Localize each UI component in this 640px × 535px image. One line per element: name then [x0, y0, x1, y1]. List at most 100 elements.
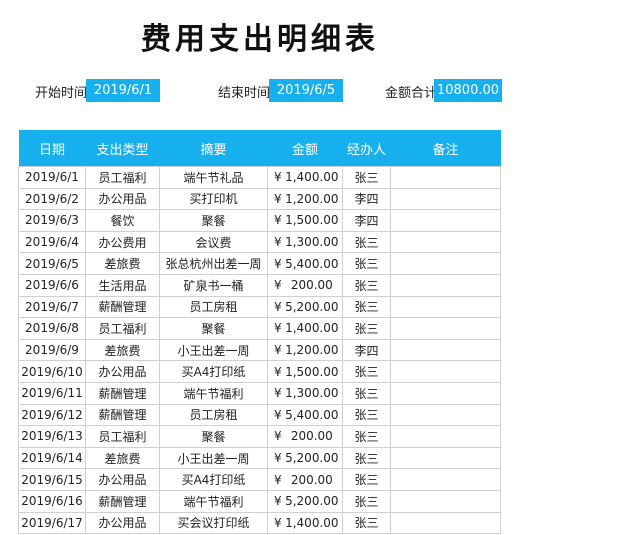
cell-handler[interactable]: 张三 — [342, 468, 391, 491]
cell-amount[interactable]: ¥1,300.00 — [267, 230, 343, 254]
cell-summary[interactable]: 矿泉书一桶 — [159, 273, 268, 297]
cell-summary[interactable]: 买A4打印纸 — [159, 360, 268, 383]
cell-type[interactable]: 差旅费 — [85, 446, 160, 470]
cell-note[interactable] — [390, 317, 501, 340]
cell-summary[interactable]: 员工房租 — [159, 295, 268, 319]
cell-amount[interactable]: ¥5,200.00 — [267, 489, 343, 513]
cell-summary[interactable]: 小王出差一周 — [159, 446, 268, 470]
cell-summary[interactable]: 聚餐 — [159, 425, 268, 448]
cell-date[interactable]: 2019/6/2 — [18, 187, 86, 211]
cell-note[interactable] — [390, 166, 501, 189]
cell-amount[interactable]: ¥200.00 — [267, 273, 343, 297]
cell-type[interactable]: 生活用品 — [85, 273, 160, 297]
cell-handler[interactable]: 张三 — [342, 230, 391, 254]
cell-handler[interactable]: 张三 — [342, 273, 391, 297]
cell-amount[interactable]: ¥1,300.00 — [267, 381, 343, 405]
cell-type[interactable]: 办公用品 — [85, 187, 160, 211]
cell-date[interactable]: 2019/6/14 — [18, 446, 86, 470]
cell-handler[interactable]: 张三 — [342, 425, 391, 448]
cell-type[interactable]: 办公费用 — [85, 230, 160, 254]
cell-type[interactable]: 办公用品 — [85, 360, 160, 383]
cell-note[interactable] — [390, 381, 501, 405]
cell-amount[interactable]: ¥1,500.00 — [267, 209, 343, 232]
cell-type[interactable]: 差旅费 — [85, 338, 160, 362]
cell-date[interactable]: 2019/6/4 — [18, 230, 86, 254]
cell-note[interactable] — [390, 295, 501, 319]
cell-summary[interactable]: 端午节福利 — [159, 381, 268, 405]
cell-handler[interactable]: 张三 — [342, 295, 391, 319]
cell-summary[interactable]: 买A4打印纸 — [159, 468, 268, 491]
cell-type[interactable]: 薪酬管理 — [85, 489, 160, 513]
cell-note[interactable] — [390, 187, 501, 211]
cell-type[interactable]: 差旅费 — [85, 252, 160, 275]
cell-date[interactable]: 2019/6/3 — [18, 209, 86, 232]
header-handler[interactable]: 经办人 — [342, 130, 391, 167]
start-date-field[interactable]: 2019/6/1 — [86, 79, 160, 102]
cell-date[interactable]: 2019/6/1 — [18, 166, 86, 189]
total-amount-field[interactable]: 10800.00 — [434, 79, 502, 102]
cell-handler[interactable]: 李四 — [342, 338, 391, 362]
cell-summary[interactable]: 聚餐 — [159, 209, 268, 232]
cell-type[interactable]: 办公用品 — [85, 468, 160, 491]
cell-date[interactable]: 2019/6/12 — [18, 403, 86, 427]
cell-date[interactable]: 2019/6/5 — [18, 252, 86, 275]
cell-type[interactable]: 员工福利 — [85, 317, 160, 340]
cell-amount[interactable]: ¥200.00 — [267, 425, 343, 448]
cell-type[interactable]: 员工福利 — [85, 425, 160, 448]
cell-handler[interactable]: 张三 — [342, 403, 391, 427]
cell-type[interactable]: 员工福利 — [85, 166, 160, 189]
cell-summary[interactable]: 买打印机 — [159, 187, 268, 211]
cell-summary[interactable]: 聚餐 — [159, 317, 268, 340]
cell-note[interactable] — [390, 209, 501, 232]
cell-amount[interactable]: ¥1,400.00 — [267, 166, 343, 189]
cell-note[interactable] — [390, 360, 501, 383]
cell-date[interactable]: 2019/6/15 — [18, 468, 86, 491]
cell-handler[interactable]: 张三 — [342, 446, 391, 470]
cell-handler[interactable]: 李四 — [342, 187, 391, 211]
cell-handler[interactable]: 张三 — [342, 317, 391, 340]
cell-date[interactable]: 2019/6/13 — [18, 425, 86, 448]
cell-amount[interactable]: ¥200.00 — [267, 468, 343, 491]
cell-note[interactable] — [390, 425, 501, 448]
cell-note[interactable] — [390, 403, 501, 427]
cell-date[interactable]: 2019/6/8 — [18, 317, 86, 340]
cell-note[interactable] — [390, 252, 501, 275]
cell-summary[interactable]: 端午节礼品 — [159, 166, 268, 189]
cell-type[interactable]: 薪酬管理 — [85, 403, 160, 427]
cell-amount[interactable]: ¥1,200.00 — [267, 338, 343, 362]
cell-note[interactable] — [390, 511, 501, 535]
cell-amount[interactable]: ¥5,400.00 — [267, 403, 343, 427]
cell-summary[interactable]: 端午节福利 — [159, 489, 268, 513]
cell-date[interactable]: 2019/6/10 — [18, 360, 86, 383]
cell-date[interactable]: 2019/6/16 — [18, 489, 86, 513]
cell-type[interactable]: 办公用品 — [85, 511, 160, 535]
cell-note[interactable] — [390, 446, 501, 470]
cell-handler[interactable]: 张三 — [342, 489, 391, 513]
header-date[interactable]: 日期 — [18, 130, 86, 167]
cell-date[interactable]: 2019/6/9 — [18, 338, 86, 362]
cell-amount[interactable]: ¥1,400.00 — [267, 511, 343, 535]
cell-date[interactable]: 2019/6/7 — [18, 295, 86, 319]
cell-type[interactable]: 餐饮 — [85, 209, 160, 232]
cell-note[interactable] — [390, 468, 501, 491]
cell-handler[interactable]: 张三 — [342, 381, 391, 405]
cell-note[interactable] — [390, 273, 501, 297]
cell-date[interactable]: 2019/6/17 — [18, 511, 86, 535]
cell-summary[interactable]: 会议费 — [159, 230, 268, 254]
cell-summary[interactable]: 小王出差一周 — [159, 338, 268, 362]
cell-type[interactable]: 薪酬管理 — [85, 295, 160, 319]
cell-date[interactable]: 2019/6/11 — [18, 381, 86, 405]
cell-handler[interactable]: 张三 — [342, 252, 391, 275]
cell-type[interactable]: 薪酬管理 — [85, 381, 160, 405]
header-note[interactable]: 备注 — [390, 130, 501, 167]
cell-summary[interactable]: 买会议打印纸 — [159, 511, 268, 535]
cell-amount[interactable]: ¥5,200.00 — [267, 295, 343, 319]
cell-note[interactable] — [390, 338, 501, 362]
cell-amount[interactable]: ¥5,400.00 — [267, 252, 343, 275]
cell-summary[interactable]: 员工房租 — [159, 403, 268, 427]
cell-amount[interactable]: ¥1,400.00 — [267, 317, 343, 340]
cell-handler[interactable]: 张三 — [342, 511, 391, 535]
cell-note[interactable] — [390, 489, 501, 513]
header-type[interactable]: 支出类型 — [85, 130, 160, 167]
cell-note[interactable] — [390, 230, 501, 254]
